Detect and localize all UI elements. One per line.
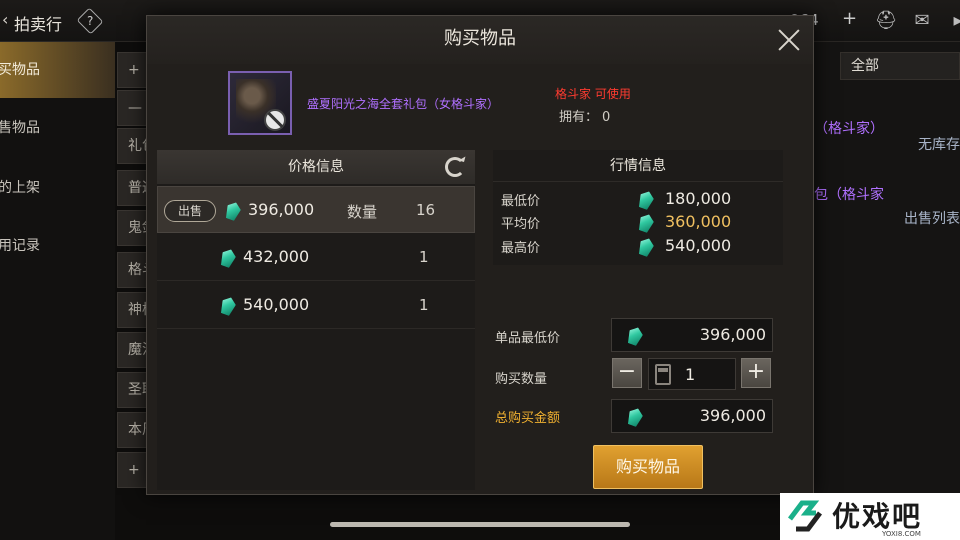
avg-price-label: 平均价 bbox=[501, 217, 541, 232]
category-item[interactable]: 鬼剑 bbox=[117, 210, 147, 246]
owned-value: 0 bbox=[602, 110, 611, 125]
gem-icon bbox=[636, 212, 655, 234]
dialog-header: 购买物品 bbox=[147, 16, 813, 64]
max-price-label: 最高价 bbox=[501, 241, 541, 256]
listing-quantity: 16 bbox=[416, 201, 436, 219]
category-expand[interactable]: + bbox=[117, 452, 147, 488]
result-sell-list[interactable]: 出售列表 bbox=[904, 208, 960, 228]
owned-count: 拥有： 0 bbox=[555, 106, 610, 125]
quantity-label: 数量 bbox=[347, 203, 378, 221]
left-nav: 买物品 售物品 的上架 用记录 bbox=[0, 42, 115, 540]
purchase-dialog: 购买物品 盛夏阳光之海全套礼包（女格斗家） 格斗家 可使用 拥有： 0 价格信息 … bbox=[146, 15, 814, 495]
nav-buy[interactable]: 买物品 bbox=[0, 42, 115, 98]
nav-listings[interactable]: 的上架 bbox=[0, 160, 115, 216]
refresh-icon[interactable] bbox=[445, 157, 465, 177]
quantity-label: 购买数量 bbox=[495, 372, 548, 387]
total-price-label: 总购买金额 bbox=[495, 411, 561, 426]
untradeable-icon bbox=[264, 109, 286, 131]
category-item[interactable]: 圣职 bbox=[117, 372, 147, 408]
market-info-title: 行情信息 bbox=[493, 150, 783, 182]
sell-tag: 出售 bbox=[164, 200, 216, 222]
quantity-input[interactable]: 1 bbox=[648, 358, 736, 390]
buy-button[interactable]: 购买物品 bbox=[593, 445, 703, 489]
category-item[interactable]: 神枪 bbox=[117, 292, 147, 328]
nav-records[interactable]: 用记录 bbox=[0, 218, 115, 274]
price-info-header: 价格信息 bbox=[157, 150, 475, 184]
avg-price-value: 360,000 bbox=[665, 212, 732, 231]
calculator-icon[interactable] bbox=[655, 364, 671, 385]
result-item-name[interactable]: （格斗家） bbox=[814, 118, 884, 138]
category-item[interactable]: 礼包 bbox=[117, 128, 147, 164]
category-item[interactable]: 普通 bbox=[117, 170, 147, 206]
hat-icon[interactable]: ⛑ bbox=[874, 10, 898, 32]
menu-icon[interactable]: ▸ bbox=[946, 10, 960, 32]
owned-label: 拥有： bbox=[559, 110, 599, 125]
category-item[interactable]: 格斗 bbox=[117, 252, 147, 288]
category-item[interactable]: 本周 bbox=[117, 412, 147, 448]
price-info-panel: 价格信息 出售 396,000 数量 16 432,000 1 540,000 … bbox=[157, 150, 475, 490]
unit-price-label: 单品最低价 bbox=[495, 331, 561, 346]
max-price-value: 540,000 bbox=[665, 236, 732, 255]
close-icon[interactable] bbox=[775, 26, 803, 54]
watermark-url: YOXI8.COM bbox=[882, 530, 921, 538]
listing-quantity: 1 bbox=[419, 248, 429, 266]
increase-quantity-button[interactable]: + bbox=[741, 358, 771, 388]
min-price-label: 最低价 bbox=[501, 194, 541, 209]
total-price-value: 396,000 bbox=[699, 406, 766, 425]
gem-icon bbox=[636, 236, 655, 258]
result-list bbox=[812, 42, 960, 540]
back-icon[interactable]: ‹ bbox=[2, 10, 8, 29]
watermark-logo-icon bbox=[788, 500, 822, 532]
category-item[interactable]: 魔法 bbox=[117, 332, 147, 368]
watermark: 优戏吧 YOXI8.COM bbox=[780, 493, 960, 540]
unit-price-value: 396,000 bbox=[699, 325, 766, 344]
listing-price: 540,000 bbox=[243, 295, 310, 314]
nav-sell[interactable]: 售物品 bbox=[0, 100, 115, 156]
gem-icon bbox=[218, 295, 237, 317]
listing-row[interactable]: 出售 396,000 数量 16 bbox=[157, 186, 475, 233]
category-expand[interactable]: + bbox=[117, 52, 147, 88]
gem-icon bbox=[625, 406, 644, 428]
price-info-title: 价格信息 bbox=[288, 159, 344, 175]
filter-select[interactable]: 全部 bbox=[840, 52, 960, 80]
item-name: 盛夏阳光之海全套礼包（女格斗家） bbox=[307, 97, 500, 111]
add-currency-icon[interactable]: + bbox=[842, 8, 857, 29]
listing-price: 396,000 bbox=[248, 200, 315, 219]
class-requirement: 格斗家 可使用 bbox=[555, 87, 631, 101]
item-thumbnail[interactable] bbox=[228, 71, 292, 135]
gem-icon bbox=[223, 200, 242, 222]
home-indicator[interactable] bbox=[330, 522, 630, 527]
gem-icon bbox=[636, 189, 655, 211]
auction-house-title: 拍卖行 bbox=[14, 15, 63, 34]
mail-icon[interactable]: ✉ bbox=[910, 10, 934, 32]
dialog-title: 购买物品 bbox=[444, 28, 516, 49]
quantity-value: 1 bbox=[685, 365, 696, 384]
listing-row[interactable]: 432,000 1 bbox=[157, 234, 475, 281]
listing-quantity: 1 bbox=[419, 296, 429, 314]
result-stock-status: 无库存 bbox=[918, 137, 960, 153]
result-item-name[interactable]: 包（格斗家 bbox=[814, 184, 884, 204]
gem-icon bbox=[625, 325, 644, 347]
listing-price: 432,000 bbox=[243, 247, 310, 266]
watermark-text: 优戏吧 bbox=[832, 500, 923, 533]
unit-price-field: 396,000 bbox=[611, 318, 773, 352]
market-info-panel: 行情信息 最低价 180,000 平均价 360,000 最高价 540,000 bbox=[493, 150, 783, 265]
category-collapse[interactable]: — bbox=[117, 90, 147, 126]
gem-icon bbox=[218, 247, 237, 269]
listing-row[interactable]: 540,000 1 bbox=[157, 282, 475, 329]
min-price-value: 180,000 bbox=[665, 189, 732, 208]
decrease-quantity-button[interactable]: − bbox=[612, 358, 642, 388]
total-price-field: 396,000 bbox=[611, 399, 773, 433]
